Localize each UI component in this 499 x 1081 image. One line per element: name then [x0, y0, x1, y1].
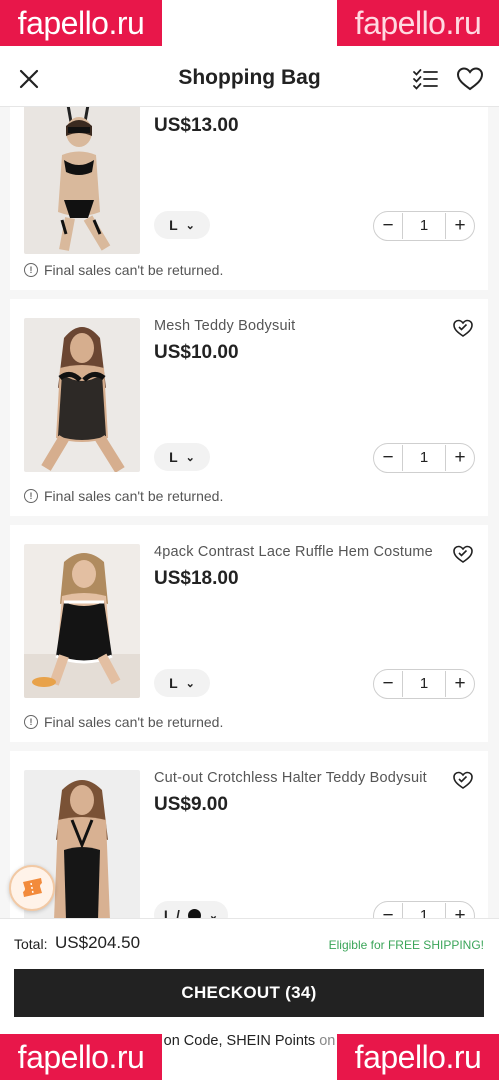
cart-item: 4pack Contrast Lace Ruffle Hem Costume U… — [10, 525, 488, 742]
info-icon: ! — [24, 715, 38, 729]
coupon-ticket-icon — [23, 878, 42, 897]
checkout-button[interactable]: CHECKOUT (34) — [14, 969, 484, 1017]
chevron-down-icon: ⌄ — [185, 677, 195, 690]
wishlist-heart-icon[interactable] — [455, 64, 485, 94]
chevron-down-icon: ⌄ — [208, 909, 219, 919]
move-to-wishlist-icon[interactable] — [452, 769, 474, 791]
watermark-logo: fapello.ru — [337, 1034, 499, 1080]
watermark-logo: fapello.ru — [0, 1034, 162, 1080]
quantity-stepper: − 1 + — [373, 901, 475, 918]
chevron-down-icon: ⌄ — [185, 451, 195, 464]
chevron-down-icon: ⌄ — [185, 219, 195, 232]
move-to-wishlist-icon[interactable] — [452, 543, 474, 565]
decrease-qty-button[interactable]: − — [374, 213, 402, 239]
quantity-value[interactable]: 1 — [402, 445, 446, 471]
cart-item: Cut-out Crotchless Halter Teddy Bodysuit… — [10, 751, 488, 918]
size-color-selector[interactable]: L / ⌄ — [154, 901, 228, 918]
promo-text: on Code, SHEIN Points — [163, 1033, 316, 1049]
quantity-value[interactable]: 1 — [402, 903, 446, 918]
cart-item-list[interactable]: US$13.00 L ⌄ − 1 + ! Final sales can't be… — [10, 106, 488, 918]
watermark-logo: fapello.ru — [337, 0, 499, 46]
product-price: US$13.00 — [154, 115, 239, 136]
promo-suffix: on — [319, 1033, 336, 1049]
quantity-stepper: − 1 + — [373, 669, 475, 699]
product-name[interactable]: Cut-out Crotchless Halter Teddy Bodysuit — [154, 770, 440, 786]
info-icon: ! — [24, 489, 38, 503]
quantity-value[interactable]: 1 — [402, 671, 446, 697]
size-label: L — [169, 217, 178, 233]
notice-text: Final sales can't be returned. — [44, 262, 224, 278]
increase-qty-button[interactable]: + — [446, 671, 474, 697]
increase-qty-button[interactable]: + — [446, 445, 474, 471]
color-swatch — [187, 908, 201, 918]
quantity-stepper: − 1 + — [373, 211, 475, 241]
product-name[interactable]: Mesh Teddy Bodysuit — [154, 318, 440, 334]
decrease-qty-button[interactable]: − — [374, 903, 402, 918]
quantity-stepper: − 1 + — [373, 443, 475, 473]
checklist-icon[interactable] — [410, 64, 440, 94]
product-image[interactable] — [24, 318, 140, 472]
size-label: L — [169, 449, 178, 465]
increase-qty-button[interactable]: + — [446, 213, 474, 239]
product-name[interactable]: 4pack Contrast Lace Ruffle Hem Costume — [154, 544, 440, 560]
watermark-logo: fapello.ru — [0, 0, 162, 46]
product-price: US$18.00 — [154, 568, 239, 589]
product-price: US$9.00 — [154, 794, 228, 815]
increase-qty-button[interactable]: + — [446, 903, 474, 918]
product-image[interactable] — [24, 544, 140, 698]
size-label: L — [169, 675, 178, 691]
notice-text: Final sales can't be returned. — [44, 488, 224, 504]
cart-item: US$13.00 L ⌄ − 1 + ! Final sales can't be… — [10, 106, 488, 290]
decrease-qty-button[interactable]: − — [374, 671, 402, 697]
cart-item: Mesh Teddy Bodysuit US$10.00 L ⌄ − 1 + ! … — [10, 299, 488, 516]
total-label: Total: — [14, 936, 48, 952]
size-selector[interactable]: L ⌄ — [154, 443, 210, 471]
product-price: US$10.00 — [154, 342, 239, 363]
total-value: US$204.50 — [55, 933, 141, 952]
move-to-wishlist-icon[interactable] — [452, 317, 474, 339]
free-shipping-text: Eligible for FREE SHIPPING! — [328, 938, 484, 952]
final-sale-notice: ! Final sales can't be returned. — [24, 488, 223, 504]
final-sale-notice: ! Final sales can't be returned. — [24, 714, 223, 730]
size-selector[interactable]: L ⌄ — [154, 211, 210, 239]
decrease-qty-button[interactable]: − — [374, 445, 402, 471]
product-image[interactable] — [24, 106, 140, 254]
coupon-float-button[interactable] — [9, 865, 55, 911]
notice-text: Final sales can't be returned. — [44, 714, 224, 730]
size-label: L / — [163, 907, 180, 918]
size-selector[interactable]: L ⌄ — [154, 669, 210, 697]
info-icon: ! — [24, 263, 38, 277]
final-sale-notice: ! Final sales can't be returned. — [24, 262, 223, 278]
quantity-value[interactable]: 1 — [402, 213, 446, 239]
